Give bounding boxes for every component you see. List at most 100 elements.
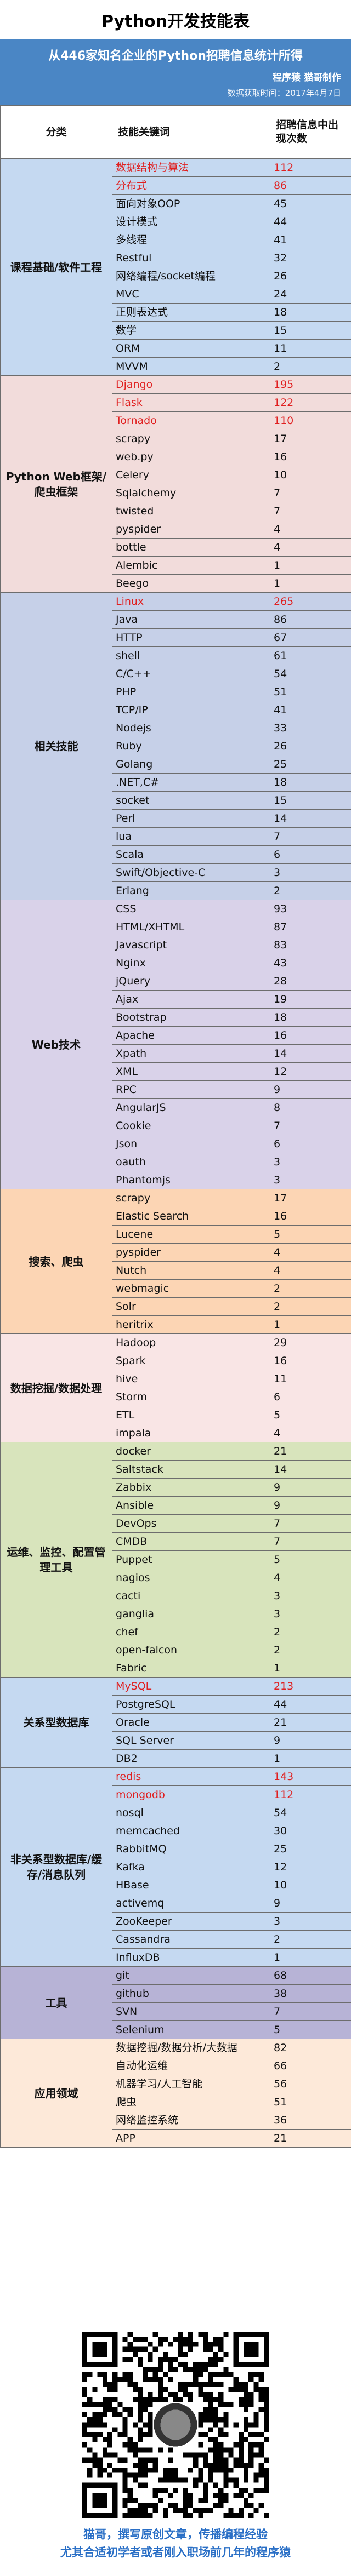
skill-count: 56 [270,2075,351,2093]
skill-keyword: .NET,C# [112,773,270,792]
skill-keyword: ETL [112,1406,270,1424]
table-header-row: 分类 技能关键词 招聘信息中出现次数 [0,105,351,159]
skill-keyword: APP [112,2129,270,2148]
footer-slogan-line1: 猫哥，撰写原创文章，传播编程经验 [83,2528,268,2541]
skill-keyword: Solr [112,1297,270,1316]
skill-keyword: Puppet [112,1550,270,1569]
skill-count: 4 [270,1424,351,1442]
skill-keyword: cacti [112,1587,270,1605]
skills-sheet: Python开发技能表 从446家知名企业的Python招聘信息统计所得 程序猿… [0,0,351,2576]
page-title: Python开发技能表 [0,0,351,39]
table-row: Web技术 CSS 93 [0,900,351,1189]
table-row: 非关系型数据库/缓存/消息队列 redis 143 [0,1767,351,1967]
skill-count: 17 [270,1189,351,1207]
skill-keyword: Apache [112,1026,270,1045]
skill-count: 1 [270,1659,351,1678]
skill-keyword: HBase [112,1876,270,1894]
skill-keyword: Xpath [112,1044,270,1063]
skill-count: 83 [270,936,351,954]
skill-keyword: socket [112,791,270,810]
skill-count: 2 [270,1930,351,1949]
skill-keyword: Zabbix [112,1478,270,1497]
skill-count: 195 [270,375,351,394]
skill-keyword: Sqlalchemy [112,484,270,502]
skill-keyword: Java [112,610,270,629]
skill-count: 1 [270,1749,351,1768]
skill-count: 3 [270,1153,351,1171]
meta-block: 程序猿 猫哥制作 数据获取时间：2017年4月7日 [0,70,351,105]
skill-count: 25 [270,1840,351,1858]
skill-count: 4 [270,538,351,557]
skill-count: 86 [270,176,351,195]
category-cell: 非关系型数据库/缓存/消息队列 [0,1767,112,1967]
skill-keyword: Ansible [112,1496,270,1515]
skill-count: 4 [270,520,351,539]
skill-count: 15 [270,791,351,810]
skill-count: 7 [270,484,351,502]
skill-keyword: 网络编程/socket编程 [112,267,270,285]
skill-count: 112 [270,158,351,177]
table-body: 课程基础/软件工程 数据结构与算法 112 分布式 86 面向对象OOP 45 设计模式 44 多… [0,158,351,2148]
skill-count: 9 [270,1731,351,1750]
skill-keyword: ganglia [112,1605,270,1623]
footer: 猫哥，撰写原创文章，传播编程经验 尤其合适初学者或者刚入职场前几年的程序猿 [0,2322,351,2576]
skill-keyword: Swift/Objective-C [112,863,270,882]
category-cell: Python Web框架/爬虫框架 [0,375,112,593]
skill-count: 9 [270,1478,351,1497]
skill-count: 1 [270,574,351,593]
skill-keyword: pyspider [112,1243,270,1262]
skill-count: 7 [270,1532,351,1551]
skill-count: 6 [270,845,351,864]
skill-count: 54 [270,665,351,683]
skill-keyword: ORM [112,339,270,358]
skill-keyword: scrapy [112,1189,270,1207]
skill-count: 51 [270,683,351,701]
skill-count: 67 [270,628,351,647]
skill-keyword: git [112,1966,270,1985]
skill-keyword: RabbitMQ [112,1840,270,1858]
skill-count: 86 [270,610,351,629]
skill-keyword: MySQL [112,1677,270,1696]
category-cell: 课程基础/软件工程 [0,158,112,376]
skill-count: 82 [270,2039,351,2057]
skill-keyword: Kafka [112,1858,270,1876]
skill-keyword: AngularJS [112,1098,270,1117]
table-row: 相关技能 Linux 265 [0,592,351,900]
skill-keyword: Tornado [112,411,270,430]
skill-keyword: Storm [112,1388,270,1406]
skill-keyword: Nginx [112,954,270,972]
skill-count: 3 [270,1171,351,1189]
table-row: 关系型数据库 MySQL 213 [0,1677,351,1768]
skill-count: 16 [270,1026,351,1045]
skill-count: 5 [270,1550,351,1569]
skill-count: 6 [270,1135,351,1153]
skill-count: 18 [270,303,351,322]
skill-keyword: docker [112,1442,270,1461]
header-category: 分类 [0,105,112,159]
skill-count: 7 [270,1117,351,1135]
skill-count: 33 [270,719,351,737]
skill-keyword: github [112,1984,270,2003]
skill-count: 2 [270,881,351,900]
skill-count: 21 [270,1442,351,1461]
skill-keyword: PostgreSQL [112,1695,270,1714]
skill-count: 2 [270,1641,351,1659]
skill-keyword: Elastic Search [112,1207,270,1226]
table-row: 数据挖掘/数据处理 Hadoop 29 [0,1333,351,1442]
skill-keyword: nagios [112,1569,270,1587]
skill-count: 51 [270,2093,351,2111]
skill-keyword: HTTP [112,628,270,647]
skill-keyword: 自动化运维 [112,2057,270,2075]
skill-keyword: 爬虫 [112,2093,270,2111]
skill-count: 41 [270,231,351,249]
skill-count: 265 [270,592,351,611]
skill-count: 143 [270,1767,351,1786]
skill-keyword: CMDB [112,1532,270,1551]
skill-count: 44 [270,213,351,231]
skill-keyword: 设计模式 [112,213,270,231]
skill-keyword: PHP [112,683,270,701]
skill-keyword: Lucene [112,1225,270,1244]
footer-slogan-line2: 尤其合适初学者或者刚入职场前几年的程序猿 [60,2546,291,2559]
skill-count: 5 [270,1225,351,1244]
skill-count: 2 [270,1623,351,1641]
